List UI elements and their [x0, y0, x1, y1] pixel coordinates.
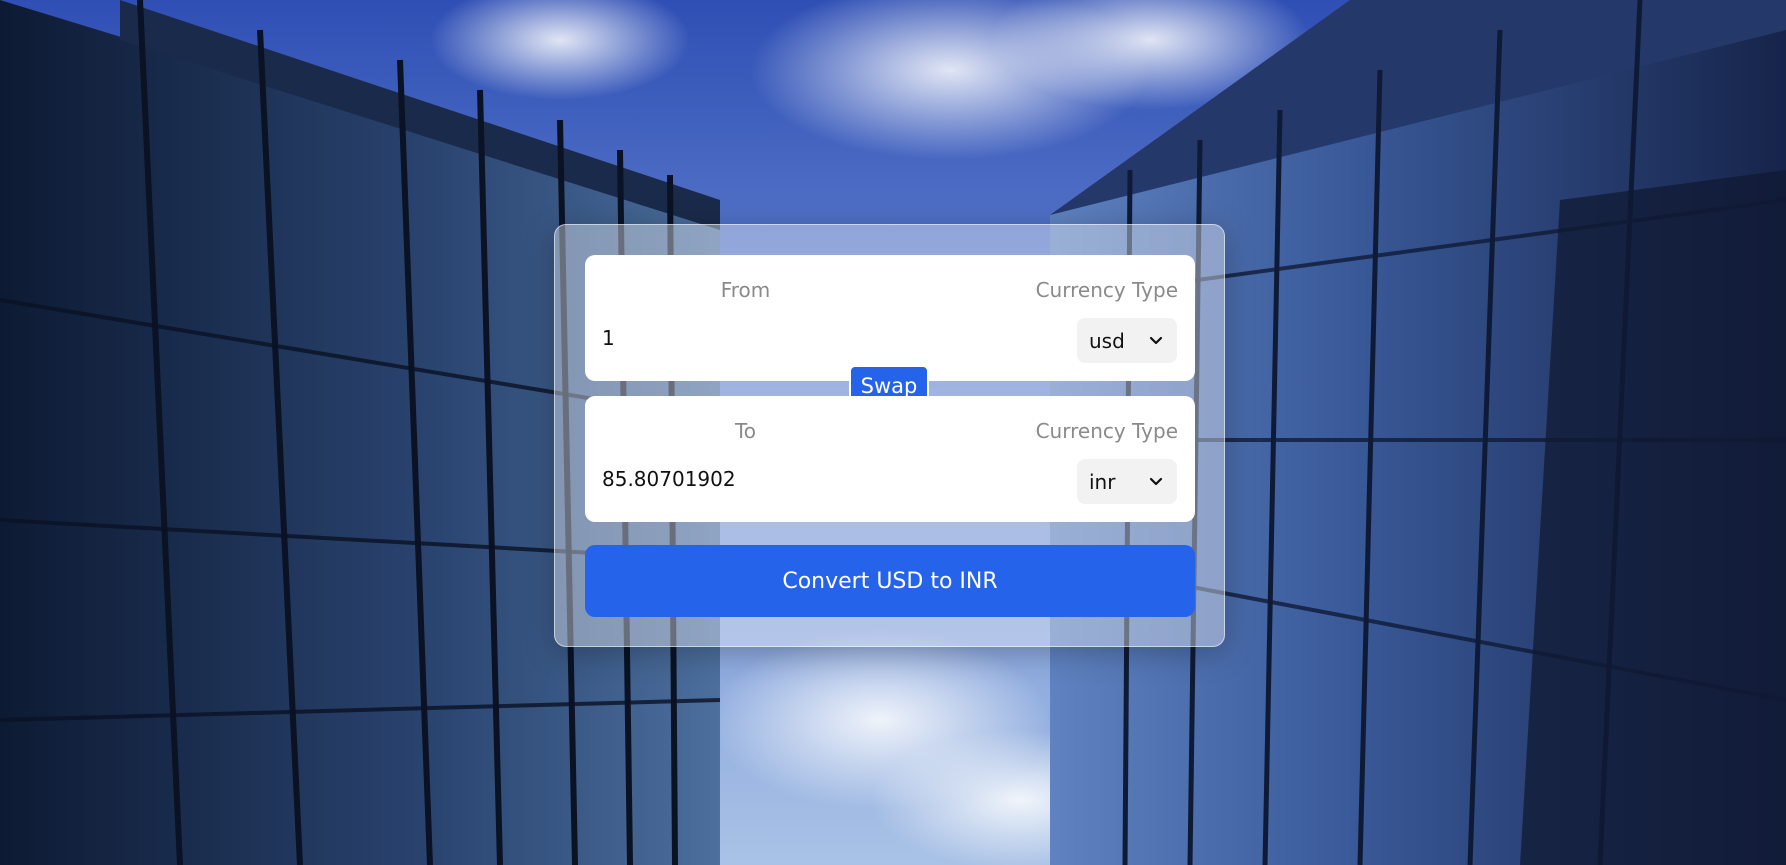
from-label: From: [720, 278, 771, 302]
to-amount-input[interactable]: [602, 462, 1022, 496]
from-section: From Currency Type usd: [585, 255, 1195, 381]
convert-button[interactable]: Convert USD to INR: [585, 545, 1195, 617]
to-section: To Currency Type inr: [585, 396, 1195, 522]
from-currency-select[interactable]: usd: [1077, 318, 1177, 363]
from-currency-value: usd: [1089, 328, 1125, 353]
to-currency-type-label: Currency Type: [1035, 419, 1178, 443]
from-currency-type-label: Currency Type: [1035, 278, 1178, 302]
to-label: To: [734, 419, 757, 443]
converter-card: From Currency Type usd Swap To Currency …: [554, 224, 1225, 647]
to-currency-value: inr: [1089, 469, 1116, 494]
chevron-down-icon: [1149, 336, 1163, 344]
chevron-down-icon: [1149, 477, 1163, 485]
from-amount-input[interactable]: [602, 321, 1022, 355]
to-currency-select[interactable]: inr: [1077, 459, 1177, 504]
